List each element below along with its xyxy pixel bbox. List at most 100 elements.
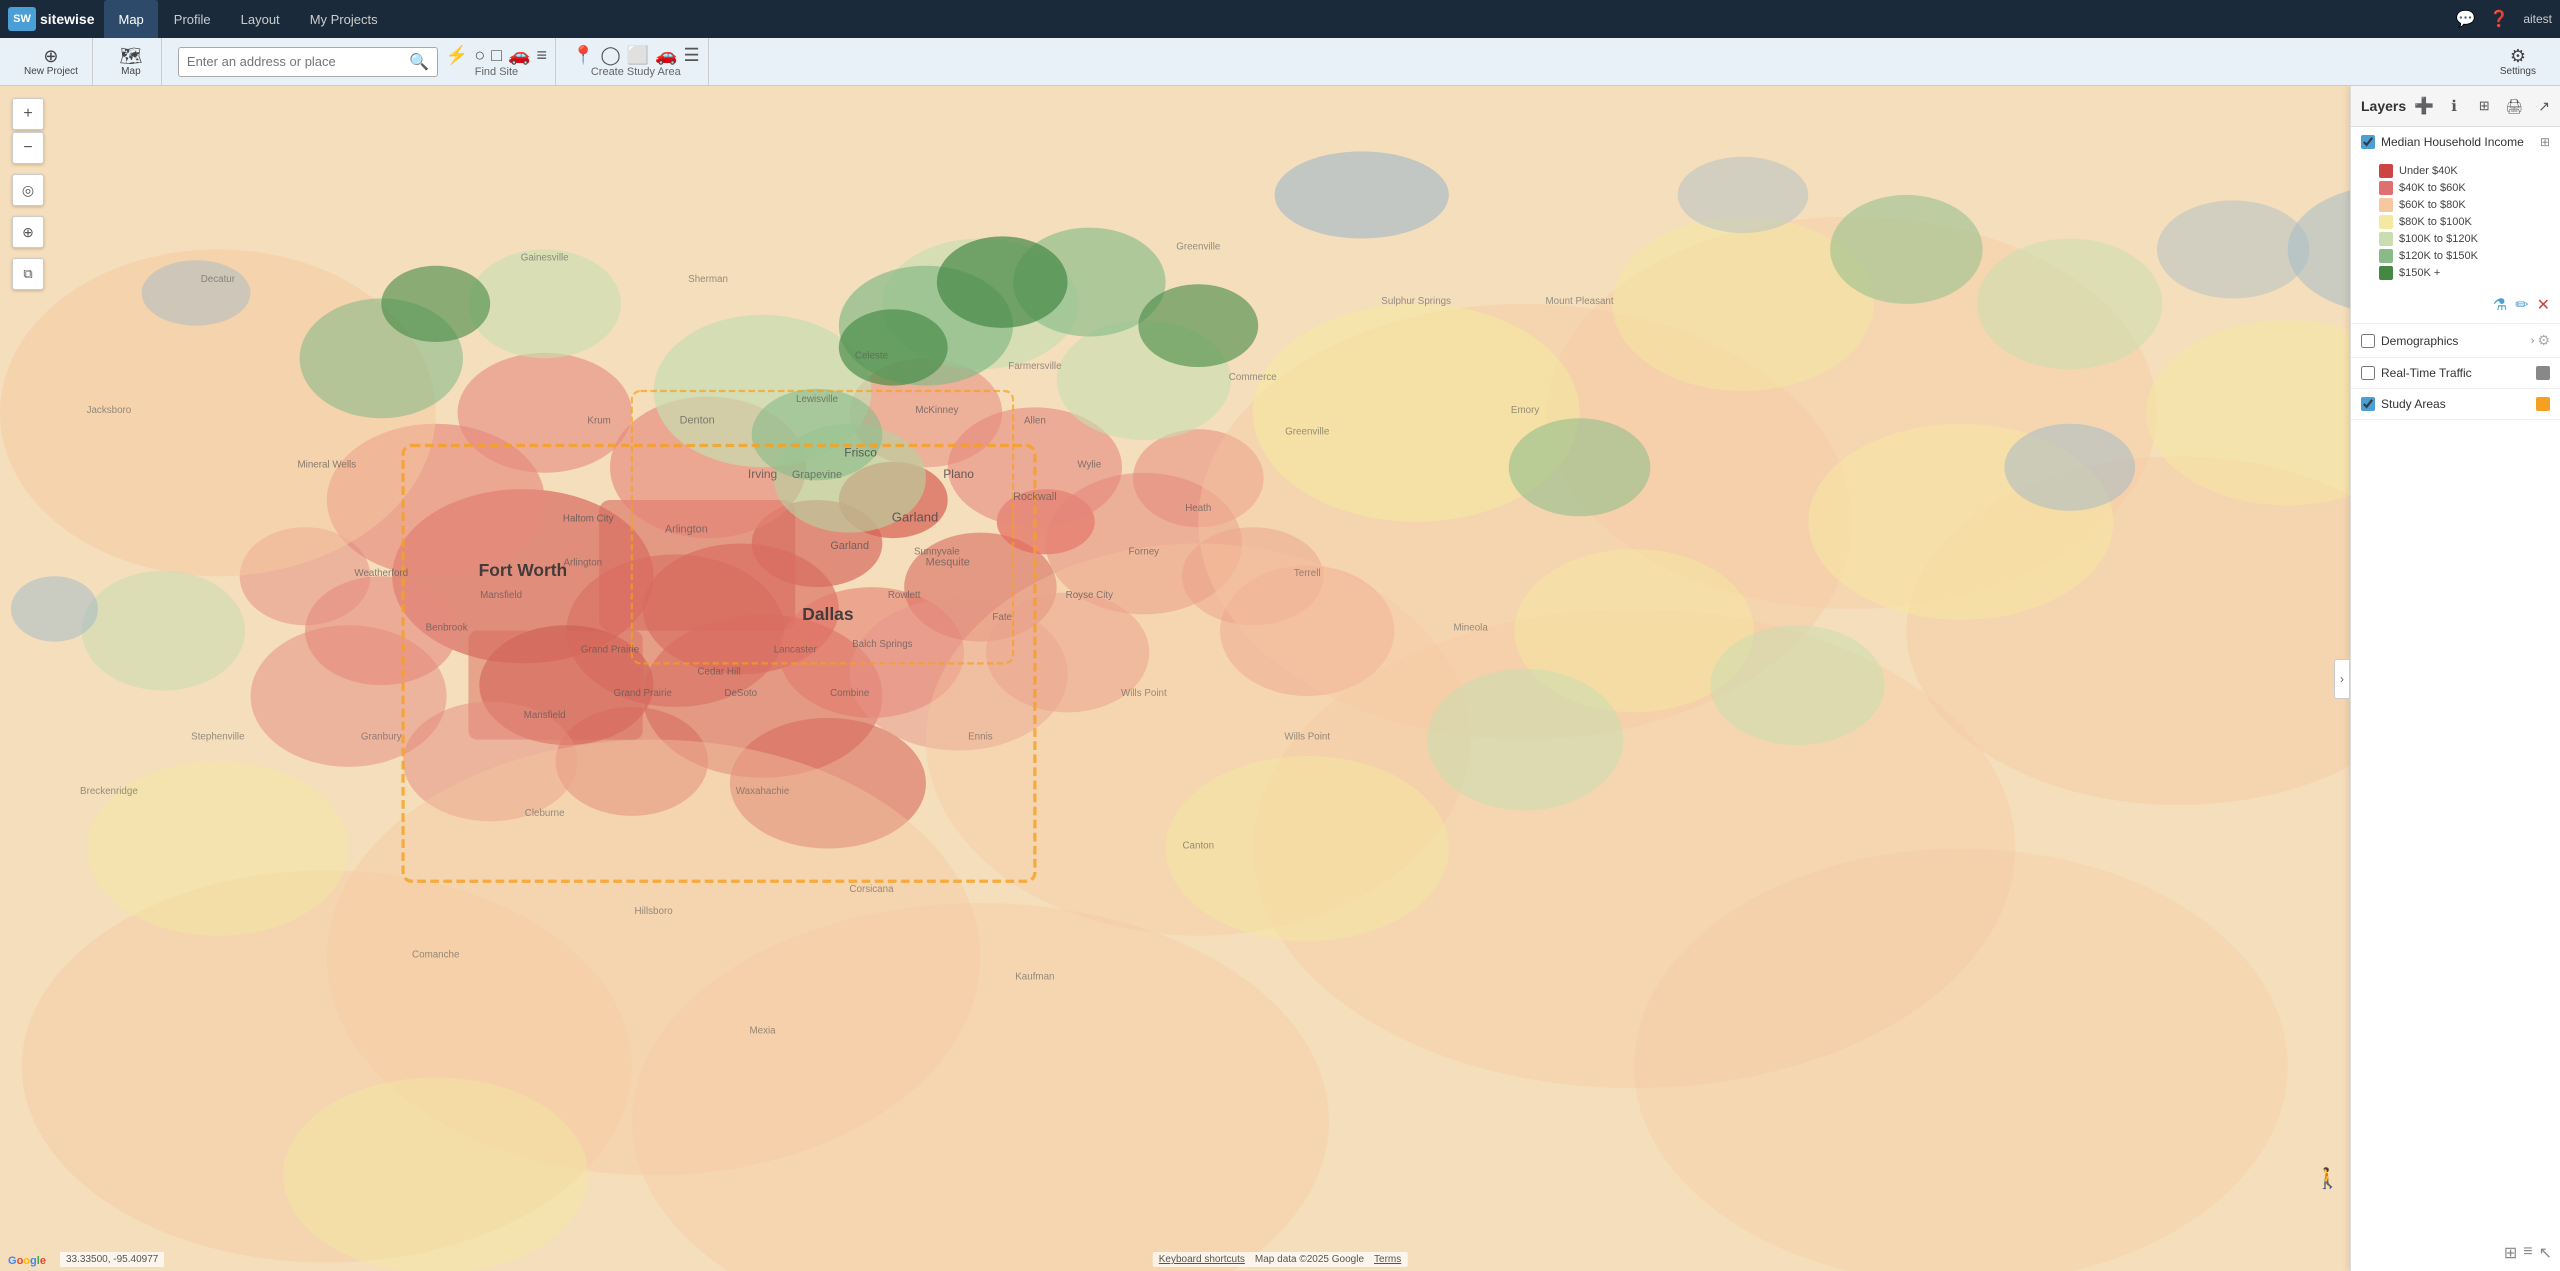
list-icon[interactable]: ≡	[537, 45, 548, 66]
legend-label-60k-80k: $60K to $80K	[2399, 199, 2466, 211]
map-icon: 🗺	[119, 47, 142, 65]
svg-text:Mineola: Mineola	[1453, 623, 1488, 634]
legend-color-80k-100k	[2379, 215, 2393, 229]
layer-traffic-header[interactable]: Real-Time Traffic	[2351, 358, 2560, 388]
chat-icon[interactable]: 💬	[2455, 9, 2475, 29]
layers-toggle-button[interactable]: ⧉	[12, 258, 44, 290]
nav-tab-profile[interactable]: Profile	[160, 0, 225, 38]
square-study-icon[interactable]: ⬜	[627, 45, 649, 66]
lightning-icon[interactable]: ⚡	[446, 45, 468, 66]
share-icon[interactable]: ↗	[2532, 94, 2556, 118]
legend-item-120k-150k: $120K to $150K	[2379, 249, 2550, 263]
svg-text:Jacksboro: Jacksboro	[87, 405, 132, 416]
zoom-out-button[interactable]: −	[12, 132, 44, 164]
create-study-area-label: Create Study Area	[591, 66, 681, 78]
collapse-panel-button[interactable]: ›	[2334, 659, 2350, 699]
filter-icon[interactable]: ⚗	[2493, 295, 2507, 315]
locate-button[interactable]: ◎	[12, 174, 44, 206]
terms-link[interactable]: Terms	[1374, 1254, 1401, 1265]
svg-text:Sulphur Springs: Sulphur Springs	[1381, 296, 1451, 307]
panel-icon-3[interactable]: ↖	[2539, 1243, 2552, 1263]
layer-demographics-header[interactable]: Demographics › ⚙	[2351, 324, 2560, 357]
settings-button[interactable]: ⚙ Settings	[2494, 42, 2542, 82]
map-data-text: Map data ©2025 Google	[1255, 1254, 1364, 1265]
layer-study-areas-checkbox[interactable]	[2361, 397, 2375, 411]
layer-median-income-actions: ⚗ ✏ ✕	[2351, 291, 2560, 323]
settings-label: Settings	[2500, 66, 2536, 77]
zoom-in-button[interactable]: +	[12, 98, 44, 130]
svg-text:Grand Prairie: Grand Prairie	[614, 688, 673, 699]
search-icon[interactable]: 🔍	[409, 52, 429, 72]
map-button[interactable]: 🗺 Map	[109, 42, 153, 82]
layer-demographics-checkbox[interactable]	[2361, 334, 2375, 348]
svg-text:Kaufman: Kaufman	[1015, 971, 1054, 982]
svg-text:Stephenville: Stephenville	[191, 732, 245, 743]
info-icon[interactable]: ℹ	[2442, 94, 2466, 118]
svg-text:Mount Pleasant: Mount Pleasant	[1546, 296, 1614, 307]
list-study-icon[interactable]: ☰	[683, 45, 699, 66]
help-icon[interactable]: ❓	[2489, 9, 2509, 29]
svg-text:Grand Prairie: Grand Prairie	[581, 644, 640, 655]
legend-color-120k-150k	[2379, 249, 2393, 263]
grid-icon[interactable]: ⊞	[2472, 94, 2496, 118]
legend-item-80k-100k: $80K to $100K	[2379, 215, 2550, 229]
svg-text:Mesquite: Mesquite	[926, 556, 970, 568]
remove-layer-icon[interactable]: ✕	[2537, 295, 2550, 315]
layer-color-grid-icon: ⊞	[2540, 135, 2550, 149]
panel-icon-1[interactable]: ⊞	[2504, 1243, 2517, 1263]
demographics-settings-icon[interactable]: ⚙	[2537, 332, 2550, 349]
layer-traffic-name: Real-Time Traffic	[2381, 366, 2530, 380]
map-container[interactable]: Fort Worth Dallas Garland Plano Frisco I…	[0, 86, 2560, 1271]
search-input[interactable]	[187, 54, 403, 69]
svg-text:Cedar Hill: Cedar Hill	[697, 666, 740, 677]
add-layer-icon[interactable]: ➕	[2412, 94, 2436, 118]
circle-study-icon[interactable]: ◯	[600, 45, 620, 66]
legend-median-income: Under $40K $40K to $60K $60K to $80K $80…	[2351, 157, 2560, 291]
layer-item-real-time-traffic: Real-Time Traffic	[2351, 358, 2560, 389]
layers-header-icons: ➕ ℹ ⊞ 🖨 ↗	[2412, 94, 2556, 118]
rectangle-draw-icon[interactable]: □	[491, 45, 502, 66]
svg-text:Canton: Canton	[1182, 841, 1214, 852]
edit-layer-icon[interactable]: ✏	[2515, 295, 2528, 315]
compass-button[interactable]: ⊕	[12, 216, 44, 248]
svg-text:Garland: Garland	[830, 540, 869, 552]
car-study-icon[interactable]: 🚗	[655, 45, 677, 66]
layer-median-income-header[interactable]: Median Household Income ⊞	[2351, 127, 2560, 157]
svg-text:Plano: Plano	[943, 467, 974, 481]
svg-text:Allen: Allen	[1024, 416, 1046, 427]
svg-text:Ennis: Ennis	[968, 732, 993, 743]
panel-icon-2[interactable]: ≡	[2523, 1243, 2532, 1263]
svg-text:Arlington: Arlington	[665, 524, 708, 536]
print-icon[interactable]: 🖨	[2502, 94, 2526, 118]
new-project-button[interactable]: ⊕ New Project	[18, 42, 84, 82]
keyboard-shortcuts-link[interactable]: Keyboard shortcuts	[1159, 1254, 1245, 1265]
layer-median-income-checkbox[interactable]	[2361, 135, 2375, 149]
layer-traffic-checkbox[interactable]	[2361, 366, 2375, 380]
legend-color-100k-120k	[2379, 232, 2393, 246]
svg-text:Celeste: Celeste	[855, 350, 889, 361]
legend-label-150k-plus: $150K +	[2399, 267, 2440, 279]
user-label[interactable]: aitest	[2523, 12, 2552, 26]
legend-color-under40k	[2379, 164, 2393, 178]
layer-study-areas-header[interactable]: Study Areas	[2351, 389, 2560, 419]
toolbar-group-map: 🗺 Map	[101, 38, 162, 85]
search-bar[interactable]: 🔍	[178, 47, 438, 77]
svg-text:Combine: Combine	[830, 688, 870, 699]
layers-panel: Layers ➕ ℹ ⊞ 🖨 ↗ Median Household Income…	[2350, 86, 2560, 1271]
layer-item-median-household-income: Median Household Income ⊞ Under $40K $40…	[2351, 127, 2560, 324]
add-pin-icon[interactable]: 📍	[572, 45, 594, 66]
demographics-expand-arrow[interactable]: ›	[2531, 335, 2535, 347]
drive-time-icon[interactable]: 🚗	[508, 45, 530, 66]
svg-text:Rowlett: Rowlett	[888, 590, 921, 601]
nav-tab-layout[interactable]: Layout	[227, 0, 294, 38]
layer-item-demographics: Demographics › ⚙	[2351, 324, 2560, 358]
logo-text: sitewise	[40, 11, 94, 27]
layers-title: Layers	[2361, 98, 2406, 114]
svg-text:Decatur: Decatur	[201, 274, 236, 285]
nav-right-icons: 💬 ❓ aitest	[2455, 9, 2552, 29]
nav-tab-my-projects[interactable]: My Projects	[296, 0, 392, 38]
circle-draw-icon[interactable]: ○	[474, 45, 485, 66]
nav-tab-map[interactable]: Map	[104, 0, 157, 38]
toolbar-group-new-project: ⊕ New Project	[10, 38, 93, 85]
pegman-button[interactable]: 🚶	[2315, 1166, 2340, 1191]
